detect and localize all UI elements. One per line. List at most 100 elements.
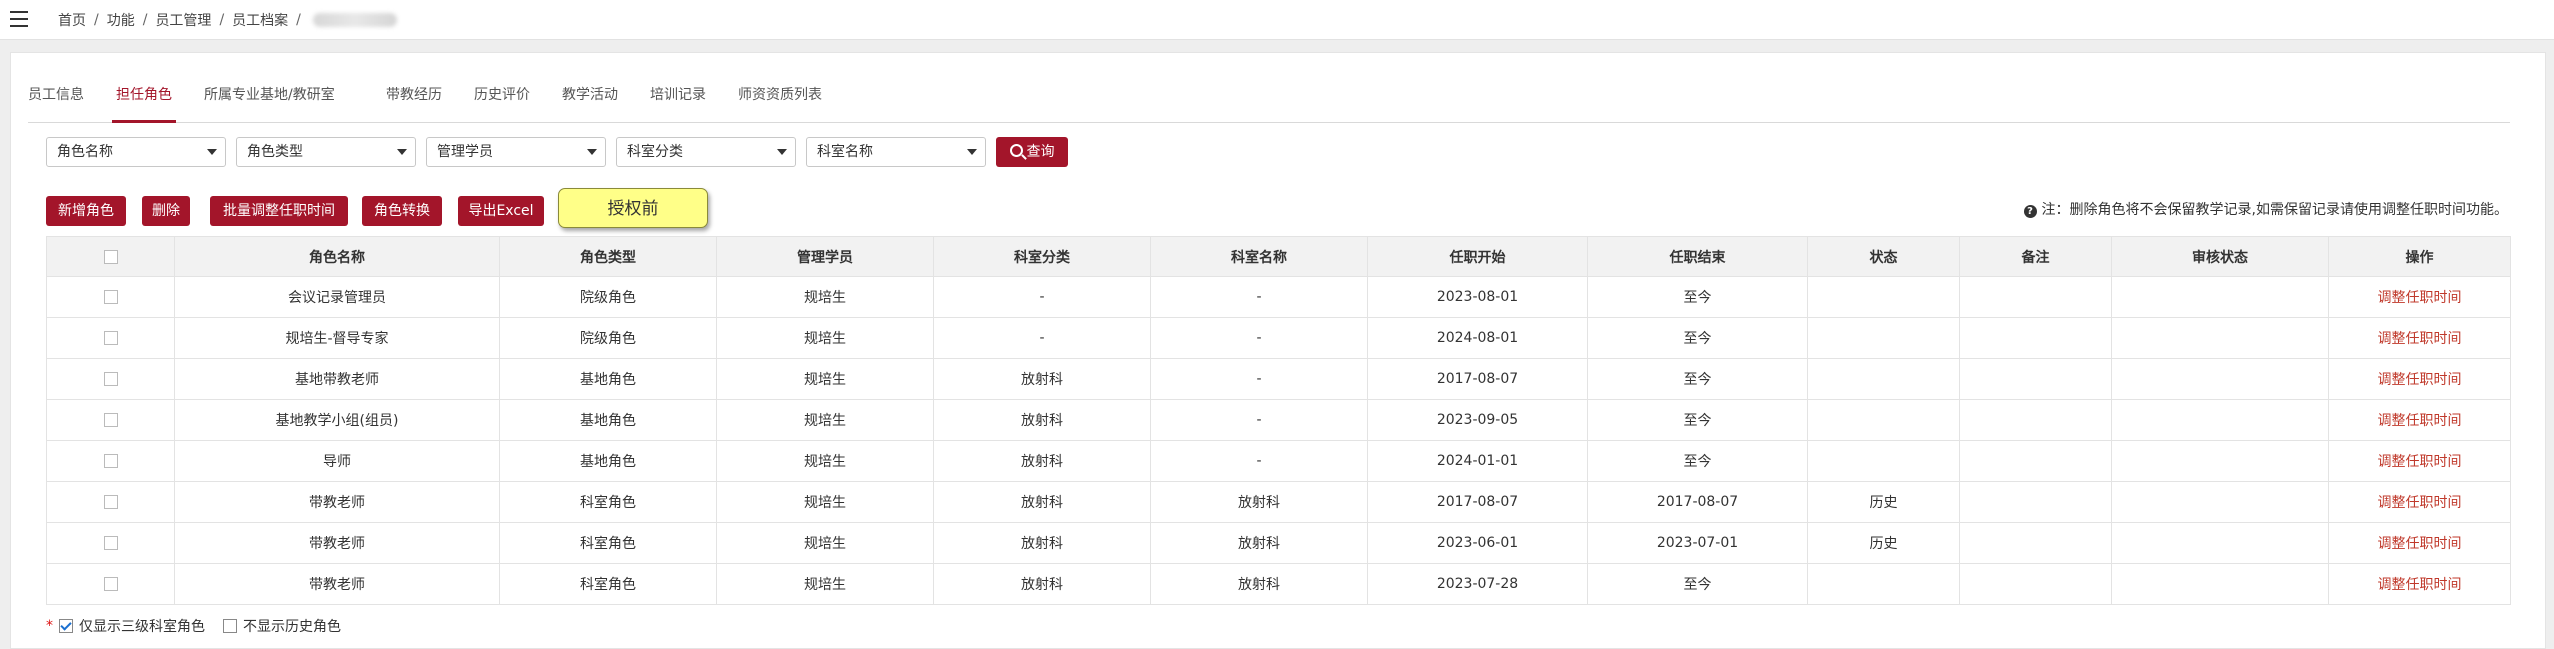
cell-end-date: 至今 <box>1587 399 1808 441</box>
row-checkbox[interactable] <box>103 331 118 345</box>
tab-teacher-qualifications[interactable]: 师资资质列表 <box>738 84 822 122</box>
cell-role-name: 带教老师 <box>174 522 500 564</box>
table-row: 导师 基地角色 规培生 放射科 -2024-01-01 至今 调整任职时间 <box>46 440 2511 482</box>
row-checkbox[interactable] <box>103 495 118 509</box>
cell-start-date: 2017-08-07 <box>1367 481 1588 523</box>
cell-role-name: 导师 <box>174 440 500 482</box>
cell-dept-category: 放射科 <box>933 399 1151 441</box>
breadcrumb-staff-records[interactable]: 员工档案 <box>232 10 288 30</box>
row-select-cell <box>46 358 175 400</box>
tab-teaching-experience[interactable]: 带教经历 <box>386 84 442 122</box>
top-bar: 首页 / 功能 / 员工管理 / 员工档案 / <box>0 0 2554 40</box>
role-type-select[interactable]: 角色类型 <box>236 137 416 167</box>
convert-role-button[interactable]: 角色转换 <box>362 196 442 226</box>
row-checkbox[interactable] <box>103 372 118 386</box>
cell-remark <box>1959 440 2112 482</box>
table-row: 规培生-督导专家 院级角色 规培生 - -2024-08-01 至今 调整任职时间 <box>46 317 2511 359</box>
cell-end-date: 2017-08-07 <box>1587 481 1808 523</box>
cell-operation: 调整任职时间 <box>2328 276 2511 318</box>
adjust-time-link[interactable]: 调整任职时间 <box>2378 536 2462 552</box>
hide-history-checkbox[interactable] <box>223 619 237 633</box>
tab-teaching-activities[interactable]: 教学活动 <box>562 84 618 122</box>
adjust-time-link[interactable]: 调整任职时间 <box>2378 331 2462 347</box>
cell-status <box>1807 440 1960 482</box>
auth-before-button[interactable]: 授权前 <box>558 188 708 228</box>
chevron-down-icon <box>207 149 217 155</box>
cell-audit-status <box>2111 481 2329 523</box>
header-remark: 备注 <box>1959 236 2112 277</box>
adjust-time-link[interactable]: 调整任职时间 <box>2378 372 2462 388</box>
cell-role-name: 基地带教老师 <box>174 358 500 400</box>
cell-student: 规培生 <box>716 358 934 400</box>
breadcrumb-blurred-name <box>312 13 397 27</box>
breadcrumb-home[interactable]: 首页 <box>58 10 86 30</box>
cell-status <box>1807 563 1960 605</box>
cell-operation: 调整任职时间 <box>2328 563 2511 605</box>
breadcrumb-function[interactable]: 功能 <box>107 10 135 30</box>
cell-remark <box>1959 563 2112 605</box>
tab-history-evaluation[interactable]: 历史评价 <box>474 84 530 122</box>
batch-adjust-time-button[interactable]: 批量调整任职时间 <box>210 196 348 226</box>
adjust-time-link[interactable]: 调整任职时间 <box>2378 495 2462 511</box>
cell-dept-name: - <box>1150 317 1368 359</box>
search-button[interactable]: 查询 <box>996 137 1068 167</box>
cell-status: 历史 <box>1807 522 1960 564</box>
dept-name-select[interactable]: 科室名称 <box>806 137 986 167</box>
select-all-checkbox[interactable] <box>103 249 118 264</box>
dept-category-select[interactable]: 科室分类 <box>616 137 796 167</box>
cell-end-date: 至今 <box>1587 358 1808 400</box>
header-start: 任职开始 <box>1367 236 1588 277</box>
cell-end-date: 2023-07-01 <box>1587 522 1808 564</box>
header-role-name: 角色名称 <box>174 236 500 277</box>
cell-operation: 调整任职时间 <box>2328 399 2511 441</box>
roles-table: 角色名称 角色类型 管理学员 科室分类 科室名称 任职开始 任职结束 状态 备注… <box>46 236 2511 605</box>
cell-role-type: 科室角色 <box>499 481 717 523</box>
student-select-value: 管理学员 <box>437 144 493 160</box>
menu-icon[interactable] <box>10 11 28 27</box>
adjust-time-link[interactable]: 调整任职时间 <box>2378 290 2462 306</box>
tab-training-records[interactable]: 培训记录 <box>650 84 706 122</box>
cell-student: 规培生 <box>716 399 934 441</box>
chevron-down-icon <box>587 149 597 155</box>
required-star: * <box>46 618 53 634</box>
cell-student: 规培生 <box>716 563 934 605</box>
cell-remark <box>1959 276 2112 318</box>
cell-start-date: 2023-08-01 <box>1367 276 1588 318</box>
cell-operation: 调整任职时间 <box>2328 440 2511 482</box>
chevron-down-icon <box>777 149 787 155</box>
adjust-time-link[interactable]: 调整任职时间 <box>2378 577 2462 593</box>
row-checkbox[interactable] <box>103 577 118 591</box>
table-row: 基地教学小组(组员) 基地角色 规培生 放射科 -2023-09-05 至今 调整任职时间 <box>46 399 2511 441</box>
cell-role-type: 基地角色 <box>499 399 717 441</box>
student-select[interactable]: 管理学员 <box>426 137 606 167</box>
header-student: 管理学员 <box>716 236 934 277</box>
tab-base-department[interactable]: 所属专业基地/教研室 <box>204 84 335 122</box>
cell-operation: 调整任职时间 <box>2328 522 2511 564</box>
export-excel-button[interactable]: 导出Excel <box>458 196 544 226</box>
breadcrumb-separator: / <box>94 12 99 28</box>
delete-button[interactable]: 删除 <box>142 196 190 226</box>
tab-staff-info[interactable]: 员工信息 <box>28 84 84 122</box>
row-checkbox[interactable] <box>103 454 118 468</box>
cell-audit-status <box>2111 358 2329 400</box>
cell-dept-category: - <box>933 317 1151 359</box>
tab-bar: 员工信息 担任角色 所属专业基地/教研室 带教经历 历史评价 教学活动 培训记录… <box>28 70 2510 123</box>
dept-name-select-value: 科室名称 <box>817 144 873 160</box>
cell-start-date: 2023-07-28 <box>1367 563 1588 605</box>
adjust-time-link[interactable]: 调整任职时间 <box>2378 454 2462 470</box>
row-checkbox[interactable] <box>103 536 118 550</box>
breadcrumb-staff-management[interactable]: 员工管理 <box>155 10 211 30</box>
adjust-time-link[interactable]: 调整任职时间 <box>2378 413 2462 429</box>
row-checkbox[interactable] <box>103 413 118 427</box>
only-level3-checkbox[interactable] <box>59 619 73 633</box>
row-select-cell <box>46 276 175 318</box>
cell-role-name: 带教老师 <box>174 481 500 523</box>
cell-start-date: 2023-09-05 <box>1367 399 1588 441</box>
header-operation: 操作 <box>2328 236 2511 277</box>
tab-roles[interactable]: 担任角色 <box>112 84 176 123</box>
cell-dept-name: 放射科 <box>1150 522 1368 564</box>
row-checkbox[interactable] <box>103 290 118 304</box>
add-role-button[interactable]: 新增角色 <box>46 196 126 226</box>
role-name-select[interactable]: 角色名称 <box>46 137 226 167</box>
hide-history-label: 不显示历史角色 <box>243 619 341 635</box>
